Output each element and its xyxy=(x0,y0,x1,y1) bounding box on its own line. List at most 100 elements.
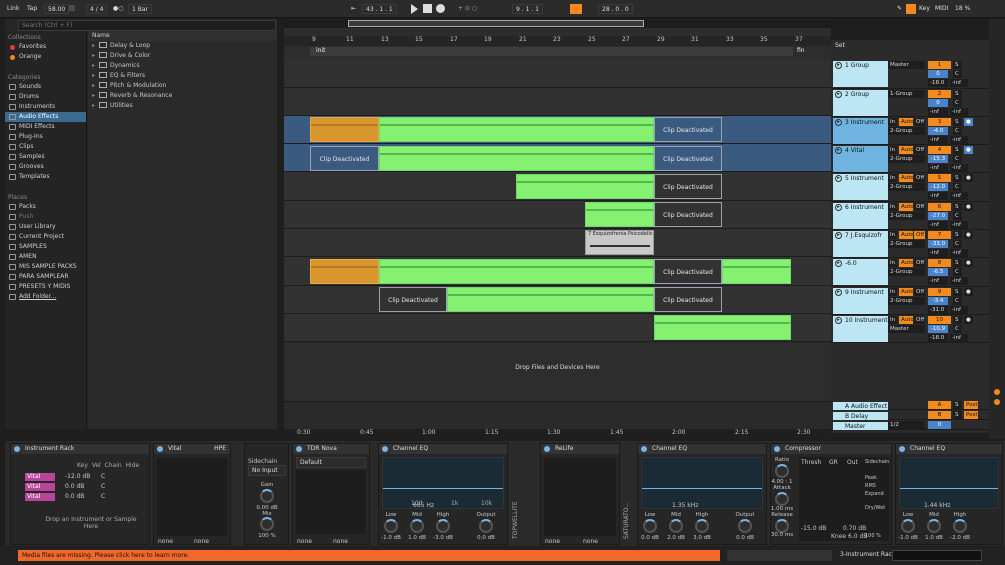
low-knob[interactable] xyxy=(901,519,915,533)
track-header-6[interactable]: ▸ 6 Instrument In Auto Off 2-Group 6 S ● … xyxy=(831,202,989,230)
key-tab[interactable]: Key xyxy=(77,462,88,469)
chain-volume[interactable]: -12.0 dB xyxy=(65,473,90,481)
volume-field[interactable]: -3.4 xyxy=(928,297,948,305)
fold-icon[interactable]: ▸ xyxy=(835,232,842,239)
macro-select[interactable]: none xyxy=(194,538,209,545)
volume-field[interactable]: -27.0 xyxy=(928,212,948,220)
volume-field[interactable]: 0 xyxy=(928,70,948,78)
high-knob[interactable] xyxy=(436,519,450,533)
power-icon[interactable] xyxy=(641,446,647,452)
track-lane-1-group[interactable] xyxy=(284,59,831,88)
pan-field[interactable]: C xyxy=(953,70,962,78)
track-activator[interactable]: 4 xyxy=(928,146,951,154)
track-name[interactable]: ▸ 9 Instrument xyxy=(833,288,888,314)
rms-toggle[interactable]: RMS xyxy=(865,483,876,489)
fold-icon[interactable]: ▸ xyxy=(835,62,842,69)
pan-field[interactable]: C xyxy=(953,99,962,107)
midi-clip[interactable] xyxy=(379,259,654,284)
compressor-meters[interactable]: Thresh GR Out -15.0 dB 0.70 dB Knee 6.0 … xyxy=(799,457,889,541)
monitor-off[interactable]: Off xyxy=(914,231,925,239)
monitor-auto[interactable]: Auto xyxy=(899,118,913,126)
missing-media-warning[interactable]: Media files are missing. Please click he… xyxy=(18,550,720,561)
solo-button[interactable]: S xyxy=(953,174,962,182)
return-track-b[interactable]: B Delay B S Post xyxy=(831,411,989,420)
audio-clip[interactable]: 7 Esquizofrenia Psicodelica xyxy=(585,230,654,255)
arm-button[interactable]: ● xyxy=(964,231,973,239)
category-sounds[interactable]: Sounds xyxy=(5,82,86,92)
place-amen[interactable]: AMEN xyxy=(5,252,86,262)
arm-button[interactable]: ● xyxy=(964,203,973,211)
volume-field[interactable]: -12.0 xyxy=(928,183,948,191)
pan-field[interactable]: C xyxy=(953,155,962,163)
output-select[interactable]: 1/2 xyxy=(888,421,925,429)
search-input[interactable]: Search (Ctrl + F) xyxy=(18,20,276,31)
output-select[interactable]: Master xyxy=(888,61,925,69)
midi-clip[interactable] xyxy=(585,202,654,227)
pan-field[interactable]: C xyxy=(953,240,962,248)
sidechain-toggle[interactable]: Sidechain xyxy=(865,459,889,465)
instrument-rack-device[interactable]: Instrument Rack Key Vel Chain Hide Vital… xyxy=(10,443,150,545)
fold-icon[interactable]: ▸ xyxy=(835,204,842,211)
arrangement-view[interactable]: 9 11 13 15 17 19 21 23 25 27 29 31 33 35… xyxy=(284,19,831,439)
chain-pan[interactable]: C xyxy=(101,493,105,501)
track-header-4[interactable]: ▸ 4 Vital In Auto Off 2-Group 4 S ● -15.3… xyxy=(831,145,989,173)
solo-button[interactable]: S xyxy=(953,90,962,98)
output-select[interactable]: 2-Group xyxy=(888,268,925,276)
locator-init[interactable]: init xyxy=(316,47,326,54)
power-icon[interactable] xyxy=(157,446,163,452)
preset-select[interactable]: Default xyxy=(296,457,366,468)
overview-viewport[interactable] xyxy=(348,20,644,27)
power-icon[interactable] xyxy=(899,446,905,452)
track-activator[interactable]: 9 xyxy=(928,288,951,296)
track-name[interactable]: ▸ 5 Instrument xyxy=(833,174,888,200)
midi-clip[interactable] xyxy=(310,259,379,284)
stop-button[interactable] xyxy=(423,4,432,13)
expand-icon[interactable]: ▸ xyxy=(92,81,99,91)
chain-pan[interactable]: C xyxy=(101,483,105,491)
plugin-display[interactable] xyxy=(544,458,616,536)
track-lane-2-group[interactable] xyxy=(284,88,831,116)
track-name[interactable]: ▸ 6 Instrument xyxy=(833,203,888,229)
place-presets-y-midis[interactable]: PRESETS Y MIDIS xyxy=(5,282,86,292)
category-audio-effects[interactable]: Audio Effects xyxy=(5,112,86,122)
track-name[interactable]: Master xyxy=(833,422,888,430)
arm-button[interactable]: ● xyxy=(964,118,973,126)
macro-select[interactable]: none xyxy=(545,538,560,545)
macro-select[interactable]: none xyxy=(333,538,348,545)
track-name[interactable]: B Delay xyxy=(833,412,888,420)
loop-toggle-icon[interactable] xyxy=(570,4,582,14)
relife-device[interactable]: ReLife none none xyxy=(540,443,620,545)
category-instruments[interactable]: Instruments xyxy=(5,102,86,112)
volume-field[interactable]: -6.5 xyxy=(928,268,948,276)
arm-button[interactable]: ● xyxy=(964,174,973,182)
midi-clip[interactable] xyxy=(310,117,379,142)
pencil-icon[interactable]: ✎ xyxy=(894,4,905,14)
monitor-auto[interactable]: Auto xyxy=(899,316,913,324)
monitor-in[interactable]: In xyxy=(888,288,897,296)
solo-button[interactable]: S xyxy=(953,146,962,154)
category-midi-effects[interactable]: MIDI Effects xyxy=(5,122,86,132)
device-header[interactable]: Channel EQ xyxy=(638,444,766,454)
track-activator[interactable]: 5 xyxy=(928,174,951,182)
file-item[interactable]: ▸ Dynamics xyxy=(88,61,277,71)
pan-field[interactable]: C xyxy=(953,183,962,191)
high-knob[interactable] xyxy=(695,519,709,533)
quantization-select[interactable]: 1 Bar xyxy=(128,4,152,14)
output-select[interactable]: 2-Group xyxy=(888,183,925,191)
track-activator[interactable]: 6 xyxy=(928,203,951,211)
device-header[interactable]: TDR Nova xyxy=(293,444,369,454)
attack-knob[interactable] xyxy=(775,492,789,506)
arm-button[interactable]: ● xyxy=(964,288,973,296)
pan-field[interactable]: C xyxy=(953,212,962,220)
key-map-button[interactable]: Key xyxy=(916,4,933,14)
output-select[interactable]: 2-Group xyxy=(888,155,925,163)
solo-button[interactable]: S xyxy=(953,203,962,211)
file-item[interactable]: ▸ Drive & Color xyxy=(88,51,277,61)
track-name[interactable]: A Audio Effect xyxy=(833,402,888,410)
channel-eq-device-2[interactable]: Channel EQ 1.35 kHz Low 0.0 dB Mid 2.0 d… xyxy=(637,443,767,545)
fold-icon[interactable]: ▸ xyxy=(835,260,842,267)
ratio-knob[interactable] xyxy=(775,464,789,478)
output-select[interactable]: 2-Group xyxy=(888,240,925,248)
midi-map-button[interactable]: MIDI xyxy=(932,4,951,14)
solo-button[interactable]: S xyxy=(953,61,962,69)
